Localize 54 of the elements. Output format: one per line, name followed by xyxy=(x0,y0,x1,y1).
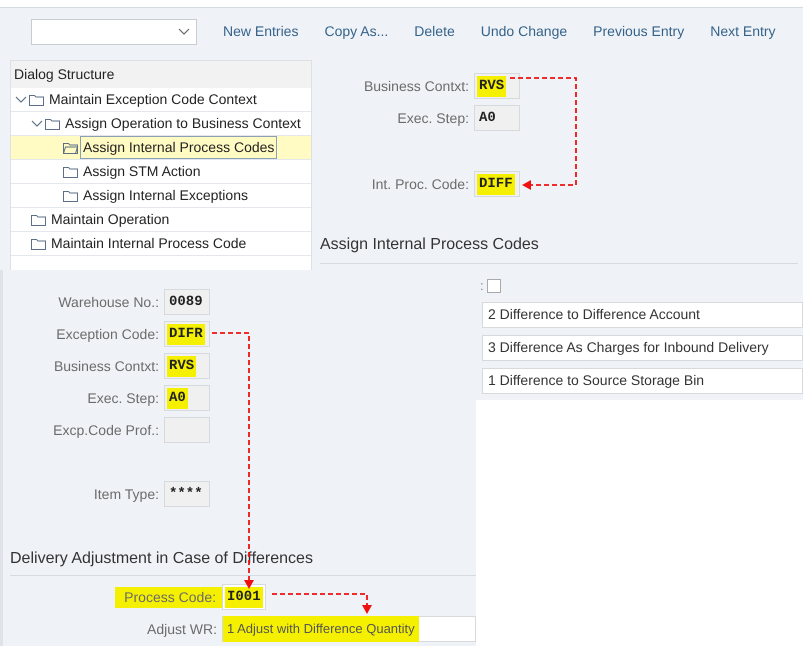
field-label: Exec. Step: xyxy=(396,108,470,128)
input-field[interactable]: **** xyxy=(164,481,210,507)
toolbar-button[interactable]: New Entries xyxy=(223,21,298,42)
input-field[interactable]: 0089 xyxy=(164,289,210,315)
input-field[interactable]: I001 xyxy=(222,584,266,610)
input-field[interactable]: 3 Difference As Charges for Inbound Delivery xyxy=(482,334,803,360)
folder-icon xyxy=(31,214,46,226)
field-label: Warehouse No.: xyxy=(57,292,160,312)
section-title: Delivery Adjustment in Case of Differences xyxy=(10,550,313,567)
field-label: Item Type: xyxy=(92,484,160,504)
input-field[interactable]: RVS xyxy=(474,73,520,99)
field-label: Int. Proc. Code: xyxy=(370,174,470,194)
checkbox-label: : xyxy=(480,277,484,295)
field-label: Business Contxt: xyxy=(362,76,470,96)
input-field[interactable]: DIFR xyxy=(164,321,210,347)
toolbar-button[interactable]: Undo Change xyxy=(480,21,568,42)
toolbar-button[interactable]: Previous Entry xyxy=(593,21,684,42)
tree-item[interactable]: Assign Internal Exceptions xyxy=(80,184,251,207)
dropdown-field[interactable] xyxy=(31,18,197,44)
input-field[interactable]: A0 xyxy=(164,385,210,411)
section-title: Assign Internal Process Codes xyxy=(320,236,539,253)
folder-icon xyxy=(63,190,78,202)
input-field[interactable]: 2 Difference to Difference Account xyxy=(482,302,803,328)
chevron-down-icon[interactable] xyxy=(31,120,43,128)
field-label: Adjust WR: xyxy=(146,620,218,639)
field-label: Excp.Code Prof.: xyxy=(52,420,160,440)
input-field[interactable]: 1 Adjust with Difference Quantity xyxy=(222,616,476,642)
folder-icon xyxy=(63,166,78,178)
panel-header: Dialog Structure xyxy=(11,61,311,88)
input-field[interactable]: RVS xyxy=(164,353,210,379)
field-label: Exception Code: xyxy=(55,324,160,344)
tree-item[interactable]: Assign Operation to Business Context xyxy=(62,112,304,135)
chevron-down-icon[interactable] xyxy=(15,96,27,104)
folder-icon xyxy=(31,238,46,250)
input-field[interactable]: DIFF xyxy=(474,171,520,197)
toolbar-button[interactable]: Next Entry xyxy=(710,21,776,42)
checkbox[interactable] xyxy=(486,278,501,293)
field-label: Business Contxt: xyxy=(52,356,160,376)
chevron-down-icon xyxy=(178,28,190,35)
input-field[interactable] xyxy=(164,417,210,443)
folder-icon xyxy=(29,94,44,106)
tree-item[interactable]: Assign STM Action xyxy=(80,160,204,183)
open-folder-icon xyxy=(63,142,78,154)
field-label: Process Code: xyxy=(115,586,222,608)
tree-item[interactable]: Assign Internal Process Codes xyxy=(80,136,278,159)
folder-icon xyxy=(45,118,60,130)
tree-item[interactable]: Maintain Exception Code Context xyxy=(46,88,260,111)
field-label: Exec. Step: xyxy=(86,388,160,408)
tree-item[interactable]: Maintain Internal Process Code xyxy=(48,232,250,255)
input-field[interactable]: 1 Difference to Source Storage Bin xyxy=(482,368,803,394)
tree-item[interactable]: Maintain Operation xyxy=(48,208,172,231)
toolbar-button[interactable]: Copy As... xyxy=(324,21,388,42)
toolbar-button[interactable]: Delete xyxy=(414,21,455,42)
input-field[interactable]: A0 xyxy=(474,105,520,131)
